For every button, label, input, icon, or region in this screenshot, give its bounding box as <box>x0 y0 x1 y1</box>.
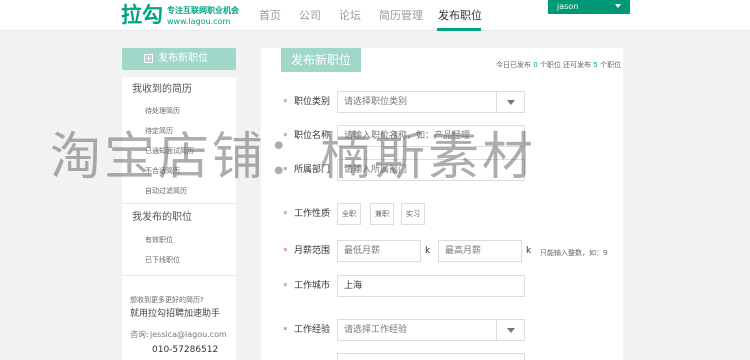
nature-option-label: 实习 <box>406 210 420 218</box>
required-mark: * <box>283 98 288 108</box>
salary-label: 月薪范围 <box>294 246 331 256</box>
active-nav-indicator <box>437 28 481 31</box>
city-value: 上海 <box>344 281 363 291</box>
salary-max-placeholder: 最高月薪 <box>445 246 482 256</box>
category-placeholder: 请选择职位类别 <box>344 97 408 107</box>
required-mark: * <box>283 282 288 292</box>
sidebar-divider <box>122 203 236 204</box>
required-mark: * <box>283 210 288 220</box>
logo-wordmark: 拉勾 <box>121 3 163 27</box>
sidebar-panel: 我收到的简历 待处理简历 待定简历 已通知面试简历 不合适简历 自动过滤简历 我… <box>122 77 236 360</box>
nav-resume-management[interactable]: 简历管理 <box>379 9 423 23</box>
user-menu[interactable]: jason <box>548 0 630 14</box>
experience-select[interactable]: 请选择工作经验 <box>337 319 525 341</box>
experience-placeholder: 请选择工作经验 <box>344 325 408 335</box>
nature-option-label: 全职 <box>342 210 356 218</box>
caret-down-icon <box>507 328 515 333</box>
contact-label: 咨询: <box>130 330 149 339</box>
post-new-job-label: 发布新职位 <box>158 53 208 64</box>
contact-phone: 010-57286512 <box>152 345 219 355</box>
salary-max-input[interactable]: 最高月薪 <box>438 240 522 262</box>
nature-option-label: 兼职 <box>375 210 389 218</box>
logo-domain: www.lagou.com <box>167 17 231 26</box>
posting-quota: 今日已发布 0 个职位 还可发布 5 个职位 <box>496 61 621 70</box>
posted-jobs-heading[interactable]: 我发布的职位 <box>132 211 192 224</box>
user-name: jason <box>557 2 579 11</box>
watermark-text: 淘宝店铺：楠斯素材 <box>50 128 537 187</box>
post-job-form: 发布新职位 今日已发布 0 个职位 还可发布 5 个职位 * 职位类别 请选择职… <box>261 48 623 360</box>
sidebar-item-pending-resumes[interactable]: 待处理简历 <box>145 106 180 116</box>
post-new-job-button[interactable]: 发布新职位 <box>122 48 236 70</box>
nav-post-job[interactable]: 发布职位 <box>438 9 482 23</box>
remaining-count: 5 <box>593 61 598 69</box>
required-mark: * <box>283 326 288 336</box>
sidebar-item-offline-jobs[interactable]: 已下线职位 <box>145 255 180 265</box>
salary-max-unit: k <box>526 246 532 256</box>
category-dropdown-button[interactable] <box>496 92 524 112</box>
chevron-down-icon <box>615 4 621 8</box>
nature-option-parttime[interactable]: 兼职 <box>370 203 394 225</box>
form-title-tab: 发布新职位 <box>281 48 361 72</box>
nav-home[interactable]: 首页 <box>259 9 281 23</box>
form-title: 发布新职位 <box>291 53 352 67</box>
nature-option-internship[interactable]: 实习 <box>401 203 425 225</box>
city-input[interactable]: 上海 <box>337 275 525 297</box>
salary-min-placeholder: 最低月薪 <box>344 246 381 256</box>
nature-option-fulltime[interactable]: 全职 <box>337 203 361 225</box>
sidebar: 发布新职位 我收到的简历 待处理简历 待定简历 已通知面试简历 不合适简历 自动… <box>122 48 236 360</box>
salary-min-unit: k <box>425 246 431 256</box>
received-resumes-heading[interactable]: 我收到的简历 <box>132 83 192 96</box>
lagou-logo[interactable]: 拉勾 专注互联网职业机会 www.lagou.com <box>121 3 243 29</box>
nav-forum[interactable]: 论坛 <box>339 9 361 23</box>
posted-count: 0 <box>533 61 538 69</box>
next-field-partial[interactable] <box>337 353 525 360</box>
salary-min-input[interactable]: 最低月薪 <box>337 240 421 262</box>
contact-email[interactable]: jessica@lagou.com <box>150 329 227 340</box>
promo-text[interactable]: 就用拉勾招聘加速助手 <box>130 308 220 320</box>
quota-middle: 个职位 还可发布 <box>539 61 592 69</box>
category-label: 职位类别 <box>294 97 331 107</box>
plus-square-icon <box>144 54 153 63</box>
quota-prefix: 今日已发布 <box>496 61 531 69</box>
job-nature-label: 工作性质 <box>294 209 331 219</box>
sidebar-item-active-jobs[interactable]: 有效职位 <box>145 235 173 245</box>
nav-companies[interactable]: 公司 <box>299 9 321 23</box>
city-label: 工作城市 <box>294 281 331 291</box>
required-mark: * <box>283 247 288 257</box>
logo-slogan: 专注互联网职业机会 <box>167 6 239 15</box>
quota-suffix: 个职位 <box>600 61 622 69</box>
salary-hint: 只能输入整数，如：9 <box>540 249 608 257</box>
experience-label: 工作经验 <box>294 325 331 335</box>
caret-down-icon <box>507 100 515 105</box>
promo-question: 想收到更多更好的简历? <box>130 296 204 304</box>
sidebar-divider <box>122 275 236 276</box>
experience-dropdown-button[interactable] <box>496 320 524 340</box>
category-select[interactable]: 请选择职位类别 <box>337 91 525 113</box>
top-navigation-bar: 拉勾 专注互联网职业机会 www.lagou.com 首页 公司 论坛 简历管理… <box>0 0 750 31</box>
